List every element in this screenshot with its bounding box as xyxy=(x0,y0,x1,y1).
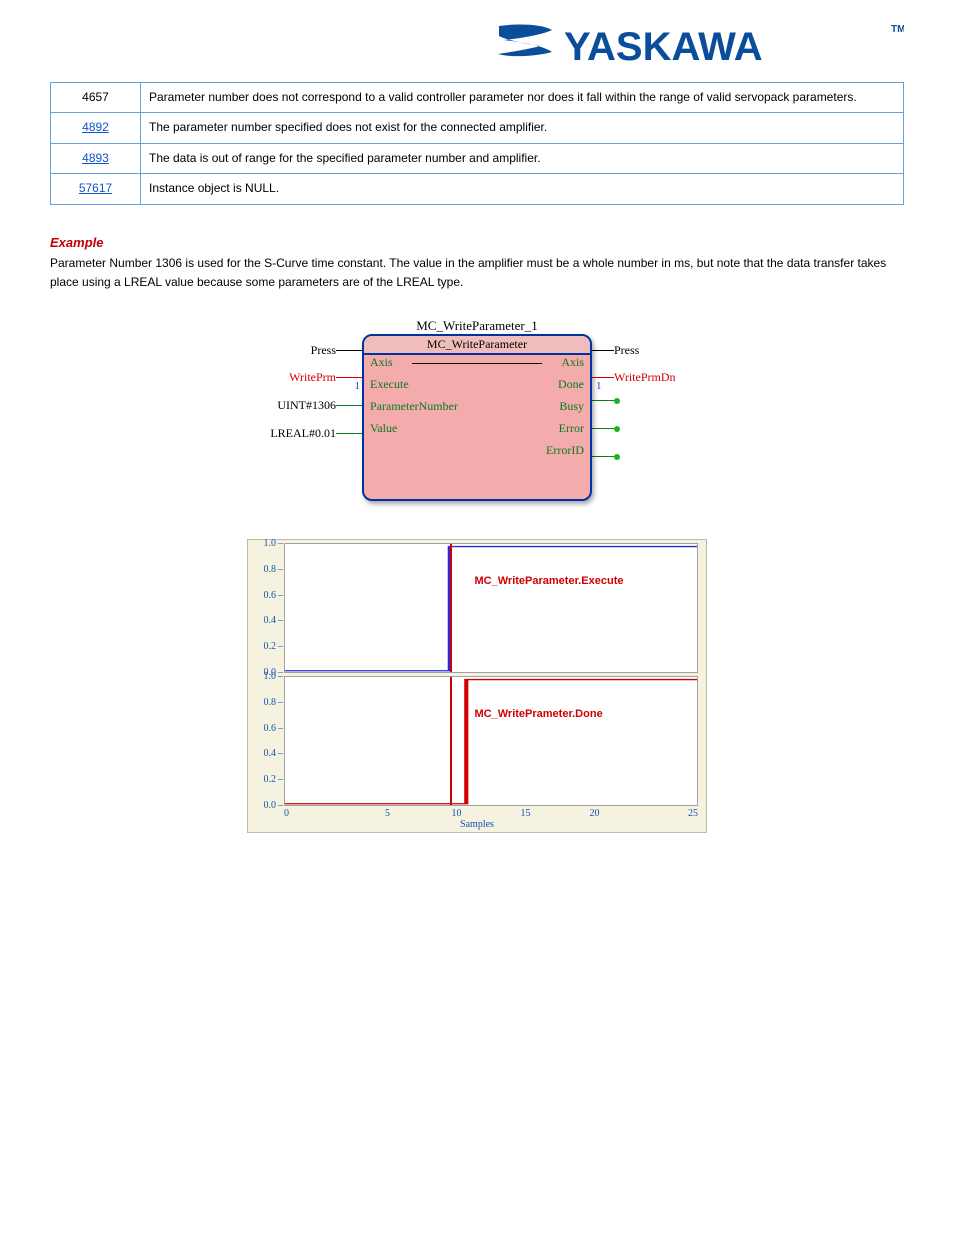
fb-left-value: 1 xyxy=(355,380,361,392)
timing-chart: 1.0 0.8 0.6 0.4 0.2 0.0 MC_WriteParamete… xyxy=(50,539,904,833)
fb-port-right: Axis xyxy=(561,355,584,369)
table-row: 57617 Instance object is NULL. xyxy=(51,174,904,204)
fb-box: MC_WriteParameter Axis Axis Execute Done… xyxy=(362,334,592,501)
error-desc: The parameter number specified does not … xyxy=(141,113,904,143)
fb-port-right: Busy xyxy=(559,399,584,413)
error-id-link[interactable]: 4893 xyxy=(82,151,109,165)
plot-done: 1.0 0.8 0.6 0.4 0.2 0.0 MC_WritePrameter… xyxy=(284,676,698,806)
table-row: 4893 The data is out of range for the sp… xyxy=(51,143,904,173)
fb-port-left: ParameterNumber xyxy=(370,399,458,413)
fb-left-label: WritePrm xyxy=(289,370,336,385)
fb-right-label: Press xyxy=(614,343,639,358)
table-row: 4657 Parameter number does not correspon… xyxy=(51,83,904,113)
fb-type-name: MC_WriteParameter xyxy=(364,336,590,355)
fb-left-label: Press xyxy=(311,343,336,358)
axis-pass-through-line xyxy=(412,363,542,364)
plot-execute: 1.0 0.8 0.6 0.4 0.2 0.0 MC_WriteParamete… xyxy=(284,543,698,673)
error-desc: Parameter number does not correspond to … xyxy=(141,83,904,113)
fb-port-left: Axis xyxy=(370,355,393,369)
table-row: 4892 The parameter number specified does… xyxy=(51,113,904,143)
fb-right-value: 1 xyxy=(596,380,602,392)
example-heading: Example xyxy=(50,235,904,250)
error-desc: The data is out of range for the specifi… xyxy=(141,143,904,173)
step-line xyxy=(285,544,697,672)
function-block-diagram: MC_WriteParameter_1 Press WritePrm 1 UIN… xyxy=(50,318,904,501)
brand-logo: YASKAWA TM xyxy=(50,18,904,74)
error-id-link[interactable]: 4892 xyxy=(82,120,109,134)
trace-label: MC_WritePrameter.Done xyxy=(475,708,603,720)
fb-port-right: Error xyxy=(559,421,584,435)
svg-text:YASKAWA: YASKAWA xyxy=(564,25,763,69)
error-table: 4657 Parameter number does not correspon… xyxy=(50,82,904,205)
error-desc: Instance object is NULL. xyxy=(141,174,904,204)
output-dot-icon xyxy=(614,398,620,404)
trace-label: MC_WriteParameter.Execute xyxy=(475,575,624,587)
fb-instance-name: MC_WriteParameter_1 xyxy=(282,318,672,334)
fb-port-right: ErrorID xyxy=(546,443,584,457)
x-label: Samples xyxy=(248,819,706,832)
yaskawa-logo-svg: YASKAWA TM xyxy=(494,18,904,74)
fb-port-left: Value xyxy=(370,421,397,435)
fb-port-right: Done xyxy=(558,377,584,391)
output-dot-icon xyxy=(614,426,620,432)
error-id-link[interactable]: 57617 xyxy=(79,181,112,195)
fb-right-label: WritePrmDn xyxy=(614,370,676,385)
fb-left-label: LREAL#0.01 xyxy=(270,426,336,441)
step-line xyxy=(285,677,697,805)
error-id: 4657 xyxy=(82,90,109,104)
output-dot-icon xyxy=(614,454,620,460)
x-ticks: 0 5 10 15 20 25 xyxy=(284,808,698,819)
scope-cursor xyxy=(450,544,452,672)
fb-port-left: Execute xyxy=(370,377,409,391)
trademark-symbol: TM xyxy=(891,24,904,35)
example-text: Parameter Number 1306 is used for the S-… xyxy=(50,254,904,292)
scope-cursor xyxy=(450,677,452,805)
fb-left-label: UINT#1306 xyxy=(277,398,336,413)
